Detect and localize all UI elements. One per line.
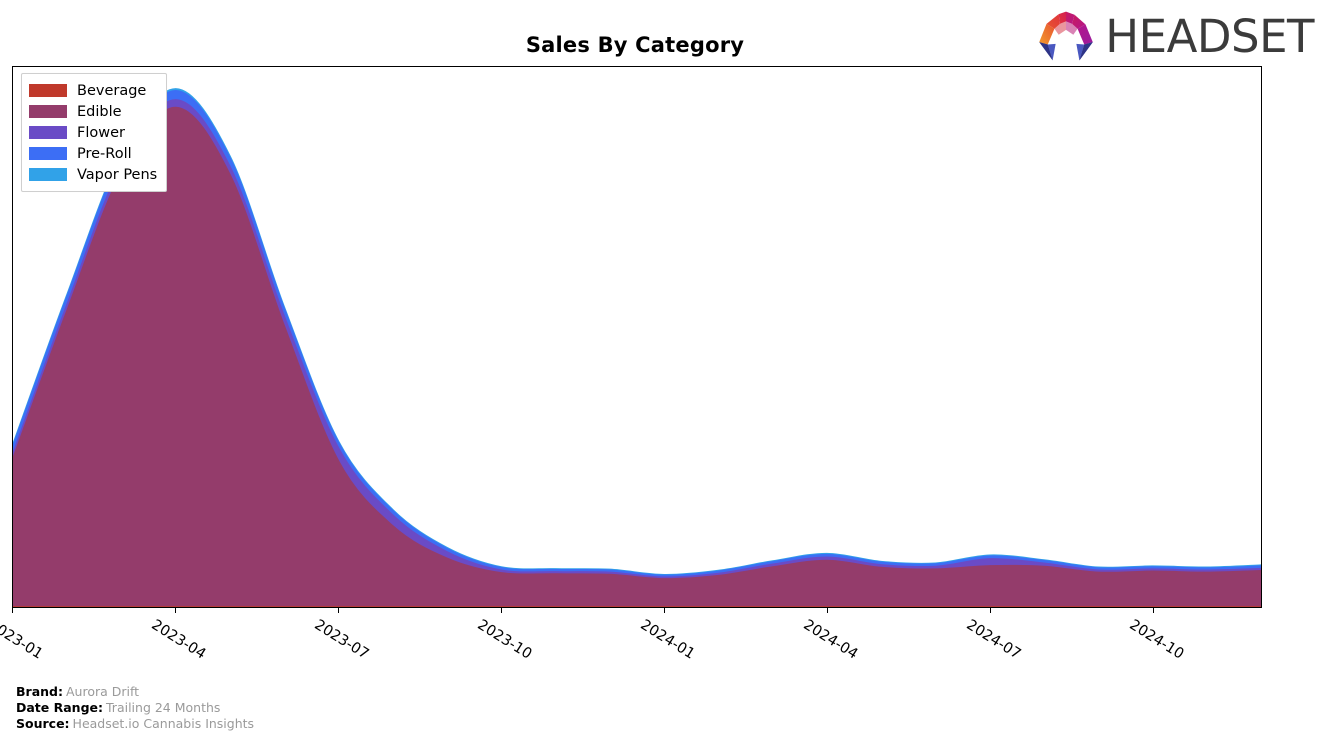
legend-label: Pre-Roll (77, 145, 132, 162)
legend-swatch-icon (29, 105, 67, 118)
x-tick-label: 2023-10 (474, 617, 535, 663)
x-tick-label: 2024-07 (963, 617, 1024, 663)
x-axis: 2023-01 2023-04 2023-07 2023-10 2024-01 2024-… (0, 608, 1262, 678)
legend-swatch-icon (29, 147, 67, 160)
legend-swatch-icon (29, 126, 67, 139)
x-tick-label: 2024-04 (800, 617, 861, 663)
plot-area: Beverage Edible Flower Pre-Roll Vapor Pens (12, 66, 1262, 608)
footer-key: Date Range: (16, 700, 103, 715)
footer-key: Source: (16, 716, 70, 731)
legend-item-pre-roll[interactable]: Pre-Roll (29, 143, 157, 164)
x-tick-mark (1153, 608, 1155, 613)
footer-key: Brand: (16, 684, 63, 699)
x-tick-mark (338, 608, 340, 613)
legend-item-vapor-pens[interactable]: Vapor Pens (29, 164, 157, 185)
footer-row: Date Range: Trailing 24 Months (16, 700, 716, 716)
footer-value: Headset.io Cannabis Insights (72, 716, 255, 731)
legend-label: Flower (77, 124, 125, 141)
x-tick-label: 2024-01 (637, 617, 698, 663)
x-tick-mark (501, 608, 503, 613)
brand-logo: HEADSET (1035, 8, 1314, 64)
legend-label: Vapor Pens (77, 166, 158, 183)
x-tick-mark (827, 608, 829, 613)
legend-label: Edible (77, 103, 122, 120)
brand-wordmark: HEADSET (1105, 9, 1314, 63)
stacked-area-chart (13, 67, 1261, 607)
footer-value: Trailing 24 Months (106, 700, 221, 715)
legend-label: Beverage (77, 82, 147, 99)
chart-legend: Beverage Edible Flower Pre-Roll Vapor Pens (21, 73, 168, 192)
legend-swatch-icon (29, 84, 67, 97)
legend-item-beverage[interactable]: Beverage (29, 80, 157, 101)
x-tick-label: 2023-07 (311, 617, 372, 663)
footer-row: Source: Headset.io Cannabis Insights (16, 716, 716, 732)
legend-item-flower[interactable]: Flower (29, 122, 157, 143)
x-tick-mark (664, 608, 666, 613)
x-tick-mark (990, 608, 992, 613)
x-tick-mark (175, 608, 177, 613)
legend-item-edible[interactable]: Edible (29, 101, 157, 122)
footer-value: Aurora Drift (65, 684, 140, 699)
chart-page: Sales By Category HEADSET Beverage Edibl… (0, 0, 1324, 739)
chart-footer: Brand: Aurora Drift Date Range: Trailing 24… (16, 684, 716, 732)
footer-row: Brand: Aurora Drift (16, 684, 716, 700)
x-tick-label: 2023-04 (148, 617, 209, 663)
legend-swatch-icon (29, 168, 67, 181)
headset-omega-mark-icon (1039, 11, 1094, 61)
x-tick-label: 2024-10 (1126, 617, 1187, 663)
x-tick-label: 2023-01 (0, 617, 46, 663)
area-series-edible (13, 107, 1261, 607)
x-tick-mark (12, 608, 13, 613)
